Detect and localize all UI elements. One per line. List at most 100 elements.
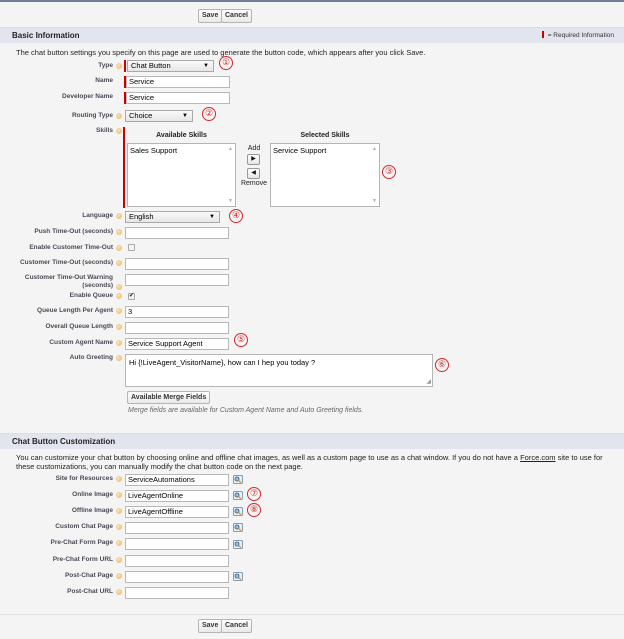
customer-timeout-input[interactable] — [125, 258, 229, 270]
remove-label: Remove — [240, 180, 268, 187]
post-chat-page-label: Post-Chat Page — [64, 572, 113, 579]
scroll-down-icon[interactable]: ▼ — [370, 198, 379, 204]
save-button-top[interactable]: Save — [198, 9, 223, 23]
post-chat-page-input[interactable] — [125, 571, 229, 583]
online-image-input[interactable]: LiveAgentOnline — [125, 490, 229, 502]
push-timeout-input[interactable] — [125, 227, 229, 239]
help-icon[interactable] — [116, 113, 122, 119]
customer-timeout-warning-label: Customer Time-Out Warning (seconds) — [24, 274, 113, 289]
add-skill-button[interactable]: ▶ — [247, 154, 260, 165]
cancel-button-top[interactable]: Cancel — [221, 9, 252, 23]
arrow-left-icon: ◀ — [251, 170, 256, 176]
enable-queue-label: Enable Queue — [69, 292, 113, 299]
help-icon[interactable] — [116, 260, 122, 266]
developer-name-label: Developer Name — [62, 93, 113, 100]
scrollbar[interactable]: ▲ ▼ — [226, 144, 235, 206]
chat-button-customization-header: Chat Button Customization — [0, 433, 624, 449]
auto-greeting-value: Hi {!LiveAgent_VisitorName}, how can I h… — [129, 358, 316, 367]
available-skills-header: Available Skills — [156, 132, 207, 139]
auto-greeting-textarea[interactable]: Hi {!LiveAgent_VisitorName}, how can I h… — [125, 354, 433, 387]
offline-image-input[interactable]: LiveAgentOffline — [125, 506, 229, 518]
section-title: Chat Button Customization — [12, 437, 116, 446]
lookup-icon[interactable] — [233, 507, 243, 516]
routing-type-select[interactable]: Choice ▼ — [125, 110, 193, 122]
help-icon[interactable] — [116, 508, 122, 514]
help-icon[interactable] — [116, 229, 122, 235]
required-legend: = Required Information — [541, 31, 614, 39]
developer-name-input[interactable]: Service — [126, 92, 230, 104]
callout-5: ⑤ — [234, 333, 248, 347]
remove-skill-button[interactable]: ◀ — [247, 168, 260, 179]
help-icon[interactable] — [116, 213, 122, 219]
required-bar-icon — [541, 31, 544, 38]
lookup-icon[interactable] — [233, 475, 243, 484]
post-chat-url-input[interactable] — [125, 587, 229, 599]
help-icon[interactable] — [116, 63, 122, 69]
scrollbar[interactable]: ▲ ▼ — [370, 144, 379, 206]
skills-label: Skills — [96, 127, 113, 134]
lookup-icon[interactable] — [233, 491, 243, 500]
help-icon[interactable] — [116, 293, 122, 299]
resize-grip-icon[interactable]: ◢ — [426, 378, 431, 385]
help-icon[interactable] — [116, 524, 122, 530]
lookup-icon[interactable] — [233, 540, 243, 549]
pre-chat-form-page-input[interactable] — [125, 538, 229, 550]
chevron-down-icon: ▼ — [209, 214, 215, 220]
customer-timeout-label: Customer Time-Out (seconds) — [19, 259, 113, 266]
post-chat-url-label: Post-Chat URL — [67, 588, 113, 595]
merge-fields-hint: Merge fields are available for Custom Ag… — [128, 407, 364, 414]
callout-6: ⑥ — [435, 358, 449, 372]
custom-chat-page-input[interactable] — [125, 522, 229, 534]
bottom-button-row: Save Cancel — [0, 614, 624, 639]
callout-2: ② — [202, 107, 216, 121]
help-icon[interactable] — [116, 589, 122, 595]
language-select[interactable]: English ▼ — [125, 211, 220, 223]
help-icon[interactable] — [116, 476, 122, 482]
help-icon[interactable] — [116, 324, 122, 330]
help-icon[interactable] — [116, 355, 122, 361]
help-icon[interactable] — [116, 557, 122, 563]
name-input[interactable]: Service — [126, 76, 230, 88]
scroll-up-icon[interactable]: ▲ — [226, 146, 235, 152]
help-icon[interactable] — [116, 540, 122, 546]
routing-type-label: Routing Type — [71, 112, 113, 119]
section-title: Basic Information — [12, 31, 80, 40]
pre-chat-form-url-input[interactable] — [125, 555, 229, 567]
online-image-label: Online Image — [72, 491, 113, 498]
help-icon[interactable] — [116, 284, 122, 290]
lookup-icon[interactable] — [233, 572, 243, 581]
basic-information-header: Basic Information = Required Information — [0, 27, 624, 43]
selected-skills-list[interactable]: Service Support ▲ ▼ — [270, 143, 380, 207]
add-label: Add — [247, 145, 261, 152]
enable-customer-timeout-checkbox[interactable] — [128, 244, 135, 251]
help-icon[interactable] — [116, 128, 122, 134]
language-value: English — [129, 212, 154, 221]
offline-image-label: Offline Image — [71, 507, 113, 514]
customer-timeout-warning-input[interactable] — [125, 274, 229, 286]
scroll-down-icon[interactable]: ▼ — [226, 198, 235, 204]
help-icon[interactable] — [116, 492, 122, 498]
lookup-icon[interactable] — [233, 523, 243, 532]
available-merge-fields-button[interactable]: Available Merge Fields — [127, 391, 211, 404]
force-com-link[interactable]: Force.com — [520, 453, 555, 462]
scroll-up-icon[interactable]: ▲ — [370, 146, 379, 152]
available-skills-list[interactable]: Sales Support ▲ ▼ — [127, 143, 236, 207]
pre-chat-form-page-label: Pre-Chat Form Page — [50, 539, 114, 546]
queue-length-per-agent-input[interactable]: 3 — [125, 306, 229, 318]
callout-7: ⑦ — [247, 487, 261, 501]
custom-agent-name-input[interactable]: Service Support Agent — [125, 338, 229, 350]
routing-type-value: Choice — [129, 111, 153, 120]
callout-3: ③ — [382, 165, 396, 179]
type-label: Type — [98, 62, 113, 69]
list-item[interactable]: Service Support — [273, 146, 377, 155]
enable-queue-checkbox[interactable]: ✔ — [128, 293, 135, 300]
site-for-resources-input[interactable]: ServiceAutomations — [125, 474, 229, 486]
overall-queue-length-input[interactable] — [125, 322, 229, 334]
help-icon[interactable] — [116, 340, 122, 346]
type-select[interactable]: Chat Button ▼ — [127, 60, 214, 72]
help-icon[interactable] — [116, 245, 122, 251]
chevron-down-icon: ▼ — [182, 113, 188, 119]
help-icon[interactable] — [116, 308, 122, 314]
list-item[interactable]: Sales Support — [130, 146, 233, 155]
help-icon[interactable] — [116, 573, 122, 579]
